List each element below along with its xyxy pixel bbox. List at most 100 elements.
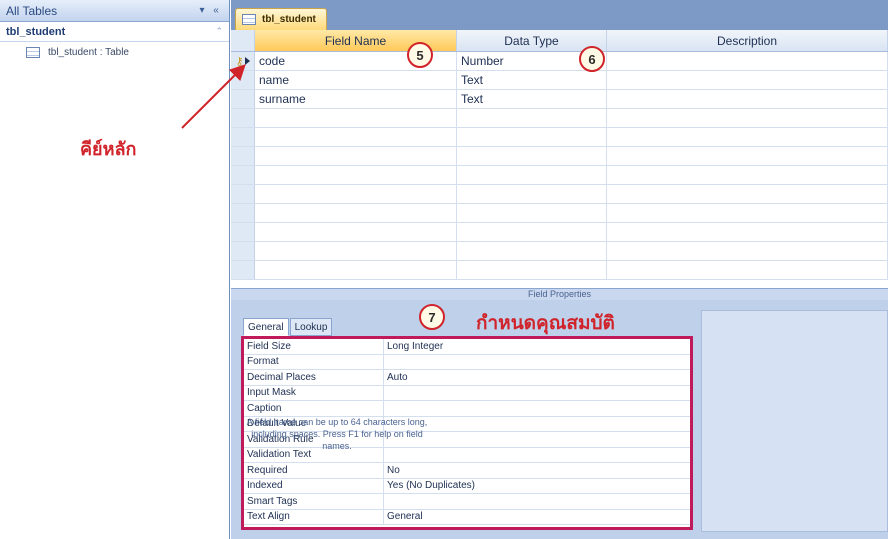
chevron-up-icon[interactable]: ⌃ <box>215 26 223 37</box>
data-type-cell[interactable] <box>457 223 607 241</box>
tab-tbl-student[interactable]: tbl_student <box>235 8 327 30</box>
property-value[interactable]: No <box>384 463 690 478</box>
row-selector[interactable] <box>231 166 255 184</box>
table-row[interactable] <box>231 147 888 166</box>
row-selector[interactable] <box>231 242 255 260</box>
data-type-cell[interactable] <box>457 128 607 146</box>
field-name-cell[interactable] <box>255 242 457 260</box>
property-row[interactable]: Format <box>244 354 690 370</box>
table-row[interactable]: ⚷ code Number <box>231 52 888 71</box>
table-icon <box>242 14 256 25</box>
field-properties-pane: General Lookup Field Size Long Integer For… <box>231 300 888 539</box>
property-row[interactable]: Input Mask <box>244 385 690 401</box>
field-name-cell[interactable] <box>255 109 457 127</box>
description-cell[interactable] <box>607 185 888 203</box>
nav-header[interactable]: All Tables ▾ « <box>0 0 229 22</box>
data-type-cell[interactable]: Text <box>457 90 607 108</box>
property-value[interactable] <box>384 355 690 370</box>
row-selector[interactable] <box>231 147 255 165</box>
table-row[interactable] <box>231 128 888 147</box>
property-value[interactable]: Yes (No Duplicates) <box>384 479 690 494</box>
collapse-pane-icon[interactable]: « <box>209 5 223 16</box>
row-selector[interactable] <box>231 71 255 89</box>
row-selector[interactable] <box>231 90 255 108</box>
tab-label: tbl_student <box>262 14 316 25</box>
field-name-cell[interactable] <box>255 185 457 203</box>
table-row[interactable] <box>231 185 888 204</box>
table-row[interactable]: name Text <box>231 71 888 90</box>
data-type-cell[interactable] <box>457 242 607 260</box>
description-cell[interactable] <box>607 147 888 165</box>
row-selector[interactable] <box>231 128 255 146</box>
row-selector[interactable] <box>231 109 255 127</box>
property-value[interactable]: Long Integer <box>384 339 690 354</box>
description-cell[interactable] <box>607 109 888 127</box>
tab-lookup[interactable]: Lookup <box>289 318 333 336</box>
data-type-cell[interactable] <box>457 204 607 222</box>
data-type-cell[interactable] <box>457 109 607 127</box>
nav-header-title[interactable]: All Tables <box>6 4 195 18</box>
field-name-cell[interactable] <box>255 261 457 279</box>
property-name: Input Mask <box>244 385 384 400</box>
table-row[interactable] <box>231 242 888 261</box>
description-cell[interactable] <box>607 90 888 108</box>
table-row[interactable] <box>231 109 888 128</box>
row-selector[interactable]: ⚷ <box>231 52 255 70</box>
grid-body: ⚷ code Number name Text surname Text <box>231 52 888 280</box>
property-row[interactable]: Smart Tags <box>244 494 690 510</box>
field-name-cell[interactable]: surname <box>255 90 457 108</box>
select-all-corner[interactable] <box>231 30 255 51</box>
table-row[interactable] <box>231 166 888 185</box>
description-cell[interactable] <box>607 166 888 184</box>
description-cell[interactable] <box>607 223 888 241</box>
tab-general[interactable]: General <box>243 318 289 336</box>
table-row[interactable] <box>231 261 888 280</box>
nav-item-tbl-student-table[interactable]: tbl_student : Table <box>0 42 229 62</box>
table-row[interactable]: surname Text <box>231 90 888 109</box>
property-value[interactable]: General <box>384 510 690 525</box>
property-row[interactable]: Text Align General <box>244 509 690 525</box>
property-value[interactable] <box>384 386 690 401</box>
header-description[interactable]: Description <box>607 30 888 51</box>
description-cell[interactable] <box>607 52 888 70</box>
property-name: Smart Tags <box>244 494 384 509</box>
nav-group-tbl-student[interactable]: tbl_student ⌃ <box>0 22 229 42</box>
table-row[interactable] <box>231 223 888 242</box>
field-name-cell[interactable] <box>255 128 457 146</box>
data-type-cell[interactable]: Text <box>457 71 607 89</box>
data-type-cell[interactable] <box>457 147 607 165</box>
data-type-cell[interactable] <box>457 185 607 203</box>
property-value[interactable] <box>384 401 690 416</box>
description-cell[interactable] <box>607 242 888 260</box>
description-cell[interactable] <box>607 71 888 89</box>
nav-item-label: tbl_student : Table <box>48 46 129 58</box>
data-type-cell[interactable] <box>457 166 607 184</box>
field-name-cell[interactable]: name <box>255 71 457 89</box>
description-cell[interactable] <box>607 204 888 222</box>
row-selector[interactable] <box>231 185 255 203</box>
property-row[interactable]: Field Size Long Integer <box>244 339 690 355</box>
property-row[interactable]: Decimal Places Auto <box>244 370 690 386</box>
row-selector[interactable] <box>231 223 255 241</box>
description-cell[interactable] <box>607 261 888 279</box>
field-name-cell[interactable] <box>255 166 457 184</box>
field-name-cell[interactable] <box>255 147 457 165</box>
row-pointer-icon <box>244 57 250 65</box>
table-row[interactable] <box>231 204 888 223</box>
property-row[interactable]: Required No <box>244 463 690 479</box>
property-value[interactable] <box>384 494 690 509</box>
row-selector[interactable] <box>231 261 255 279</box>
table-icon <box>26 46 40 58</box>
description-cell[interactable] <box>607 128 888 146</box>
chevron-down-icon[interactable]: ▾ <box>195 5 209 16</box>
row-selector[interactable] <box>231 204 255 222</box>
property-name: Text Align <box>244 509 384 524</box>
field-name-cell[interactable] <box>255 223 457 241</box>
annotation-step-6: 6 <box>579 46 605 72</box>
property-row[interactable]: Indexed Yes (No Duplicates) <box>244 478 690 494</box>
data-type-cell[interactable] <box>457 261 607 279</box>
property-row[interactable]: Caption <box>244 401 690 417</box>
field-name-cell[interactable] <box>255 204 457 222</box>
field-design-grid: Field Name Data Type Description ⚷ code Nu… <box>231 30 888 288</box>
property-value[interactable]: Auto <box>384 370 690 385</box>
